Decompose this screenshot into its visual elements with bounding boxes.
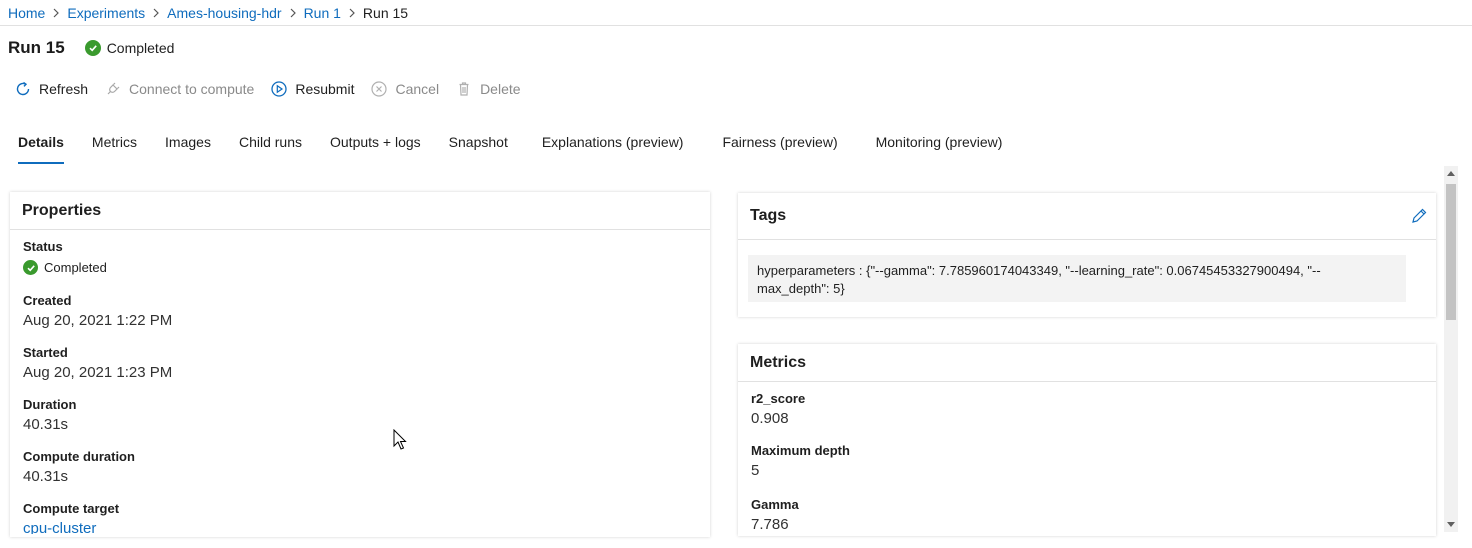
refresh-label: Refresh — [39, 81, 89, 97]
scrollbar-thumb[interactable] — [1446, 184, 1456, 320]
property-value: Aug 20, 2021 1:22 PM — [23, 312, 173, 329]
tag-text-line: hyperparameters : {"--gamma": 7.78596017… — [757, 263, 1321, 278]
refresh-icon — [16, 81, 30, 96]
breadcrumb-experiment[interactable]: Ames-housing-hdr — [167, 5, 281, 21]
plug-icon — [107, 82, 120, 95]
cancel-circle-icon — [371, 81, 388, 97]
toolbar: Refresh Connect to compute Resubmit Canc… — [14, 78, 537, 100]
property-label: Started — [23, 345, 68, 360]
tab-snapshot[interactable]: Snapshot — [449, 130, 508, 164]
tab-bar: Details Metrics Images Child runs Output… — [18, 130, 1030, 164]
edit-pencil-icon[interactable] — [1410, 207, 1428, 225]
metric-value: 0.908 — [751, 410, 789, 427]
property-status: Status Completed — [23, 239, 107, 275]
breadcrumb-home[interactable]: Home — [8, 5, 45, 21]
status-badge: Completed — [84, 40, 175, 56]
chevron-right-icon — [282, 8, 304, 18]
delete-button[interactable]: Delete — [455, 80, 521, 98]
trash-icon — [459, 82, 469, 96]
tag-text-line: max_depth": 5} — [757, 281, 845, 296]
resubmit-button[interactable]: Resubmit — [270, 80, 354, 98]
chevron-right-icon — [145, 8, 167, 18]
vertical-scrollbar[interactable] — [1444, 166, 1458, 532]
tab-monitoring[interactable]: Monitoring (preview) — [876, 130, 1003, 164]
resubmit-label: Resubmit — [295, 81, 355, 97]
play-circle-icon — [271, 81, 287, 97]
property-compute-duration: Compute duration 40.31s — [23, 449, 135, 485]
properties-title: Properties — [10, 192, 710, 230]
metric-value: 7.786 — [751, 516, 789, 531]
property-duration: Duration 40.31s — [23, 397, 76, 433]
property-label: Status — [23, 239, 63, 254]
metric-label: r2_score — [751, 391, 806, 406]
metrics-card: Metrics r2_score 0.908 Maximum depth 5 G… — [738, 344, 1436, 536]
check-circle-icon — [23, 260, 38, 275]
property-label: Duration — [23, 397, 77, 412]
breadcrumb: Home Experiments Ames-housing-hdr Run 1 … — [0, 0, 1472, 26]
breadcrumb-current: Run 15 — [362, 4, 409, 21]
breadcrumb-experiments[interactable]: Experiments — [67, 5, 145, 21]
scroll-down-arrow-icon[interactable] — [1447, 522, 1455, 527]
check-circle-icon — [84, 40, 101, 56]
tab-details[interactable]: Details — [18, 130, 64, 164]
breadcrumb-parent-run[interactable]: Run 1 — [304, 5, 341, 21]
tags-title: Tags — [738, 193, 1436, 240]
property-label: Compute target — [23, 501, 120, 516]
delete-label: Delete — [480, 81, 521, 97]
page-title: Run 15 — [8, 38, 65, 57]
connect-to-compute-label: Connect to compute — [129, 81, 255, 97]
mouse-cursor-icon — [393, 429, 407, 450]
tab-fairness[interactable]: Fairness (preview) — [722, 130, 837, 164]
metric-value: 5 — [751, 462, 760, 479]
compute-target-link[interactable]: cpu-cluster — [23, 520, 119, 534]
property-value: Completed — [44, 260, 107, 275]
tab-metrics[interactable]: Metrics — [92, 130, 137, 164]
property-created: Created Aug 20, 2021 1:22 PM — [23, 293, 172, 329]
property-value: 40.31s — [23, 416, 69, 433]
metric-maximum-depth: Maximum depth 5 — [751, 443, 850, 479]
tab-outputs-logs[interactable]: Outputs + logs — [330, 130, 421, 164]
metric-label: Maximum depth — [751, 443, 850, 458]
tab-images[interactable]: Images — [165, 130, 211, 164]
property-value: Aug 20, 2021 1:23 PM — [23, 364, 173, 381]
metric-label: Gamma — [751, 497, 799, 512]
chevron-right-icon — [341, 8, 363, 18]
scroll-up-arrow-icon[interactable] — [1447, 171, 1455, 176]
chevron-right-icon — [45, 8, 67, 18]
connect-to-compute-button[interactable]: Connect to compute — [104, 80, 254, 98]
run-header: Run 15 Completed — [8, 38, 174, 58]
properties-card: Properties Status Completed Created Aug … — [10, 192, 710, 537]
cancel-button[interactable]: Cancel — [370, 80, 439, 98]
tag-chip: hyperparameters : {"--gamma": 7.78596017… — [748, 255, 1406, 302]
metric-gamma: Gamma 7.786 — [751, 497, 799, 531]
property-compute-target: Compute target cpu-cluster — [23, 501, 119, 534]
metrics-title: Metrics — [738, 344, 1436, 382]
status-badge: Completed — [23, 260, 107, 275]
property-label: Compute duration — [23, 449, 135, 464]
tab-explanations[interactable]: Explanations (preview) — [542, 130, 684, 164]
metric-r2-score: r2_score 0.908 — [751, 391, 805, 427]
refresh-button[interactable]: Refresh — [14, 80, 88, 98]
property-value: 40.31s — [23, 468, 69, 485]
tab-child-runs[interactable]: Child runs — [239, 130, 302, 164]
tags-card: Tags hyperparameters : {"--gamma": 7.785… — [738, 193, 1436, 317]
status-text: Completed — [106, 40, 175, 56]
cancel-label: Cancel — [395, 81, 440, 97]
property-label: Created — [23, 293, 72, 308]
property-started: Started Aug 20, 2021 1:23 PM — [23, 345, 172, 381]
